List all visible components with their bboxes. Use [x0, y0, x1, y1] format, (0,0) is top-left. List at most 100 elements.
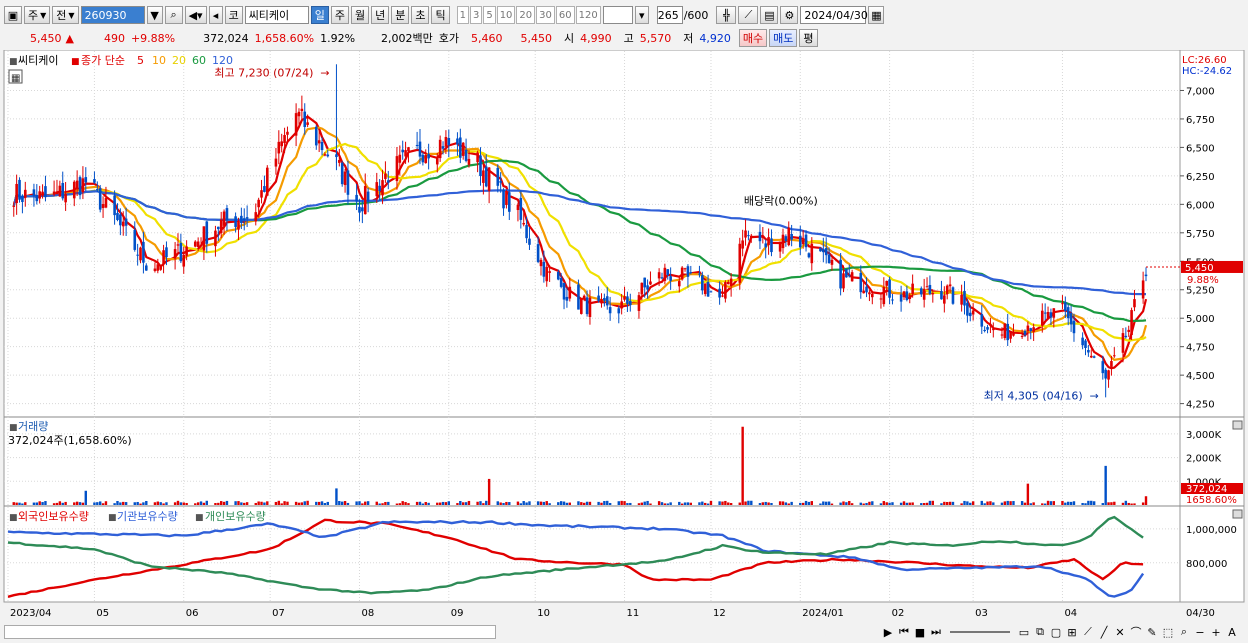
volume-bar	[162, 503, 165, 505]
date-input[interactable]: 2024/04/30	[800, 6, 868, 24]
period-tab[interactable]: 월	[350, 6, 370, 24]
interval-button[interactable]: 5	[483, 6, 496, 24]
volume-bar	[438, 502, 442, 505]
y-tick-label: 6,750	[1186, 115, 1215, 126]
candle-settings-icon[interactable]: ╬	[716, 6, 737, 24]
forward-icon[interactable]: ⏭	[928, 624, 944, 640]
trend-icon[interactable]: ⟋	[1080, 624, 1096, 640]
candle-body	[1020, 335, 1024, 337]
count-input[interactable]: 265	[656, 6, 683, 24]
gear-icon[interactable]: ⚙	[780, 6, 799, 24]
buy-button[interactable]: 매수	[738, 29, 768, 47]
draw-icon[interactable]: ✎	[1144, 624, 1160, 640]
rewind-icon[interactable]: ⏮	[896, 624, 912, 640]
layout-icon[interactable]: ▭	[1016, 624, 1032, 640]
caret-icon[interactable]: ◂	[208, 6, 223, 24]
window-icon[interactable]: ▣	[4, 6, 22, 24]
line-icon[interactable]: ╱	[1096, 624, 1112, 640]
window-icon[interactable]: ▢	[1048, 624, 1064, 640]
candle-body	[72, 181, 76, 199]
volume-legend-icon: ■	[9, 423, 18, 433]
volume-bar	[317, 501, 321, 505]
volume-close-icon[interactable]	[1232, 420, 1243, 430]
interval-button[interactable]: 120	[575, 6, 601, 24]
holdings-close-icon[interactable]	[1232, 509, 1243, 519]
legend-square-icon: ■	[195, 513, 204, 523]
interval-button[interactable]: 60	[555, 6, 575, 24]
market-select[interactable]: 주 ▼	[24, 6, 51, 24]
interval-button[interactable]: 1	[456, 6, 469, 24]
candle-body	[556, 272, 560, 280]
zoom-out-icon[interactable]: −	[1192, 624, 1208, 640]
calendar-icon[interactable]: ▦	[868, 6, 885, 24]
code-dropdown-icon[interactable]: ▼	[146, 6, 163, 24]
candle-body	[660, 277, 664, 279]
volume-bar	[196, 502, 200, 505]
volume-bar	[845, 502, 848, 505]
volume-bar	[557, 502, 560, 505]
zoom-in-icon[interactable]: +	[1208, 624, 1224, 640]
volume-bar	[104, 501, 108, 505]
scrollbar[interactable]	[4, 625, 496, 639]
volume-bar	[1104, 465, 1107, 505]
volume-bar	[801, 502, 805, 505]
speaker-icon[interactable]: ◀▾	[184, 6, 207, 24]
candle-body	[1081, 337, 1084, 346]
volume-bar	[61, 502, 64, 505]
code-input[interactable]: 260930	[80, 6, 145, 24]
candle-body	[418, 141, 422, 157]
period-tab[interactable]: 주	[330, 6, 349, 24]
candle-body	[928, 284, 932, 294]
period-tab[interactable]: 년	[371, 6, 390, 24]
period-tab[interactable]: 일	[310, 6, 329, 24]
volume-bar	[303, 501, 306, 505]
period-tab[interactable]: 분	[391, 6, 410, 24]
volume-bar	[378, 503, 381, 505]
font-icon[interactable]: A	[1224, 624, 1240, 640]
candle-body	[669, 276, 672, 281]
stock-name[interactable]: 씨티케이	[244, 6, 309, 24]
candle-body	[1087, 349, 1090, 353]
select-icon[interactable]: ⬚	[1160, 624, 1176, 640]
candle-body	[548, 271, 551, 273]
search-icon[interactable]: ⌕	[164, 6, 183, 24]
copy-icon[interactable]: ⧉	[1032, 624, 1048, 640]
candle-body	[911, 283, 914, 294]
candle-body	[542, 261, 546, 277]
interval-input[interactable]	[602, 6, 633, 24]
candle-body	[306, 122, 309, 125]
period-tab[interactable]: 틱	[431, 6, 450, 24]
mode-select[interactable]: 전 ▼	[52, 6, 79, 24]
save-icon[interactable]: ▤	[760, 6, 779, 24]
chevron-down-icon[interactable]: ▾	[634, 6, 649, 24]
interval-button[interactable]: 30	[536, 6, 555, 24]
search-icon[interactable]: ⌕	[1176, 624, 1192, 640]
volume-bar	[686, 502, 690, 505]
magnet-icon[interactable]: ⌒	[1128, 624, 1144, 640]
candle-body	[764, 243, 768, 248]
candle-body	[931, 293, 935, 295]
candle-body	[234, 216, 237, 227]
candle-body	[363, 186, 367, 215]
type-label: 코	[224, 6, 243, 24]
cross-icon[interactable]: ✕	[1112, 624, 1128, 640]
interval-button[interactable]: 20	[516, 6, 536, 24]
volume-bar	[335, 488, 338, 505]
scroll-right-icon[interactable]: ▶	[880, 624, 896, 640]
eval-button[interactable]: 평	[799, 29, 818, 47]
interval-button[interactable]: 3	[469, 6, 483, 24]
stop-icon[interactable]: ■	[912, 624, 928, 640]
interval-button[interactable]: 10	[496, 6, 516, 24]
candle-body	[300, 108, 304, 112]
zoom-slider[interactable]	[950, 631, 1010, 633]
volume-bar	[879, 503, 883, 505]
sell-button[interactable]: 매도	[769, 29, 798, 47]
volume-bar	[891, 502, 894, 505]
high-label: 고	[623, 32, 634, 45]
volume-bar	[539, 501, 543, 505]
candle-body	[1009, 332, 1012, 339]
candle-body	[888, 279, 891, 298]
zoom-in-chart-icon[interactable]: ⊞	[1064, 624, 1080, 640]
draw-tool-icon[interactable]: ⟋	[738, 6, 759, 24]
period-tab[interactable]: 초	[411, 6, 430, 24]
